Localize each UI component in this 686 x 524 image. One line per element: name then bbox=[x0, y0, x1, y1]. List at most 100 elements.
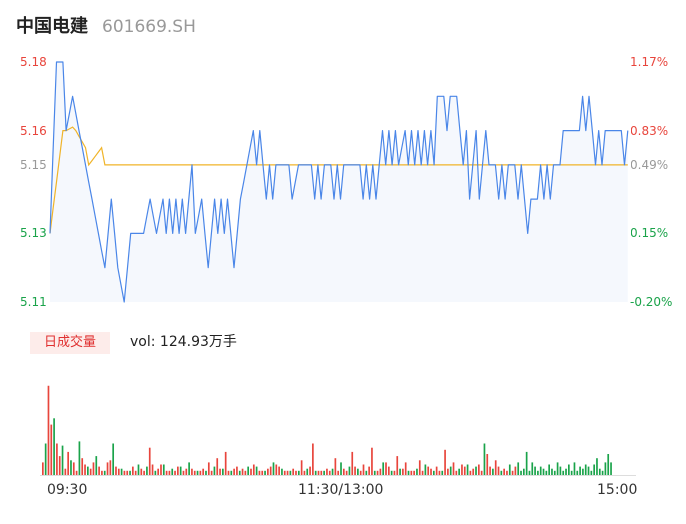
volume-bar bbox=[58, 456, 61, 475]
volume-bar bbox=[171, 468, 174, 475]
volume-bar bbox=[348, 466, 351, 475]
volume-bar bbox=[435, 466, 438, 475]
volume-bar bbox=[531, 462, 534, 475]
volume-bar bbox=[151, 464, 154, 475]
volume-bar bbox=[416, 468, 418, 475]
volume-bar bbox=[61, 445, 64, 475]
volume-bar bbox=[542, 468, 545, 475]
volume-bar bbox=[241, 468, 244, 475]
volume-bar bbox=[112, 443, 115, 475]
volume-bar bbox=[548, 464, 550, 475]
volume-bar bbox=[207, 462, 210, 475]
volume-bar bbox=[390, 470, 393, 475]
volume-bar bbox=[486, 454, 489, 475]
volume-bar bbox=[227, 470, 230, 475]
volume-bar bbox=[87, 466, 89, 475]
volume-bar bbox=[430, 468, 432, 475]
volume-bar bbox=[244, 470, 247, 475]
volume-bar bbox=[314, 470, 317, 475]
volume-bar bbox=[162, 464, 165, 475]
volume-bar bbox=[362, 464, 365, 475]
volume-bar bbox=[191, 468, 193, 475]
volume-bar bbox=[70, 460, 72, 475]
volume-bar bbox=[219, 468, 221, 475]
volume-bar bbox=[250, 468, 252, 475]
chart-canvas bbox=[40, 61, 636, 476]
volume-bar bbox=[472, 468, 475, 475]
volume-bar bbox=[475, 466, 477, 475]
x-tick-label-midday: 11:30/13:00 bbox=[298, 482, 384, 498]
volume-tab[interactable]: 日成交量 bbox=[30, 332, 110, 354]
volume-bar bbox=[213, 466, 216, 475]
volume-bar bbox=[233, 468, 235, 475]
volume-bar bbox=[461, 464, 463, 475]
volume-bar bbox=[559, 466, 562, 475]
volume-bar bbox=[98, 466, 100, 475]
volume-bar bbox=[517, 462, 520, 475]
volume-bar bbox=[576, 470, 579, 475]
volume-bar bbox=[297, 470, 300, 475]
volume-bar bbox=[334, 458, 337, 475]
volume-bar bbox=[497, 466, 500, 475]
volume-bar bbox=[376, 470, 379, 475]
volume-bar bbox=[148, 447, 151, 475]
volume-bar bbox=[101, 470, 103, 475]
volume-bar bbox=[137, 464, 140, 475]
volume-bar bbox=[160, 464, 162, 475]
price-chart bbox=[49, 61, 631, 303]
volume-bar bbox=[508, 464, 511, 475]
volume-bar bbox=[590, 470, 593, 475]
volume-chart bbox=[40, 385, 636, 476]
volume-bar bbox=[272, 462, 275, 475]
volume-bar bbox=[385, 462, 387, 475]
volume-bar bbox=[556, 462, 559, 475]
volume-bar bbox=[340, 462, 342, 475]
volume-bar bbox=[292, 468, 295, 475]
volume-bar bbox=[84, 464, 86, 475]
volume-bar bbox=[50, 424, 53, 475]
volume-bar bbox=[525, 451, 528, 475]
volume-bar bbox=[432, 470, 435, 475]
volume-bar bbox=[452, 462, 455, 475]
volume-bar bbox=[382, 462, 385, 475]
volume-bar bbox=[506, 470, 508, 475]
volume-bar bbox=[129, 470, 131, 475]
volume-bar bbox=[551, 468, 553, 475]
volume-bar bbox=[92, 462, 95, 475]
volume-bar bbox=[286, 470, 289, 475]
volume-bar bbox=[53, 418, 55, 475]
volume-bar bbox=[511, 470, 514, 475]
volume-bar bbox=[522, 468, 525, 475]
volume-bar bbox=[196, 470, 199, 475]
volume-bar bbox=[568, 464, 570, 475]
volume-bar bbox=[357, 468, 359, 475]
volume-bar bbox=[562, 470, 565, 475]
volume-total-label: vol: 124.93万手 bbox=[130, 334, 237, 350]
volume-bar bbox=[514, 466, 517, 475]
volume-bar bbox=[494, 460, 497, 475]
volume-bar bbox=[421, 470, 424, 475]
volume-bar bbox=[132, 466, 134, 475]
volume-bar bbox=[489, 466, 491, 475]
volume-bar bbox=[387, 466, 390, 475]
volume-bar bbox=[520, 470, 522, 475]
volume-bar bbox=[177, 466, 179, 475]
volume-bar bbox=[596, 458, 598, 475]
volume-bar bbox=[438, 470, 441, 475]
volume-bar bbox=[143, 470, 145, 475]
volume-bar bbox=[123, 470, 126, 475]
volume-bar bbox=[365, 470, 368, 475]
volume-bar bbox=[283, 470, 286, 475]
volume-bar bbox=[565, 468, 567, 475]
volume-bar bbox=[120, 468, 123, 475]
volume-bar bbox=[295, 470, 297, 475]
volume-bar bbox=[598, 468, 601, 475]
volume-bar bbox=[199, 470, 202, 475]
volume-bar bbox=[267, 468, 269, 475]
volume-bar bbox=[252, 464, 255, 475]
volume-bar bbox=[269, 466, 272, 475]
volume-bar bbox=[67, 451, 70, 475]
volume-bar bbox=[205, 470, 207, 475]
volume-bar bbox=[236, 466, 238, 475]
volume-bar bbox=[230, 470, 233, 475]
